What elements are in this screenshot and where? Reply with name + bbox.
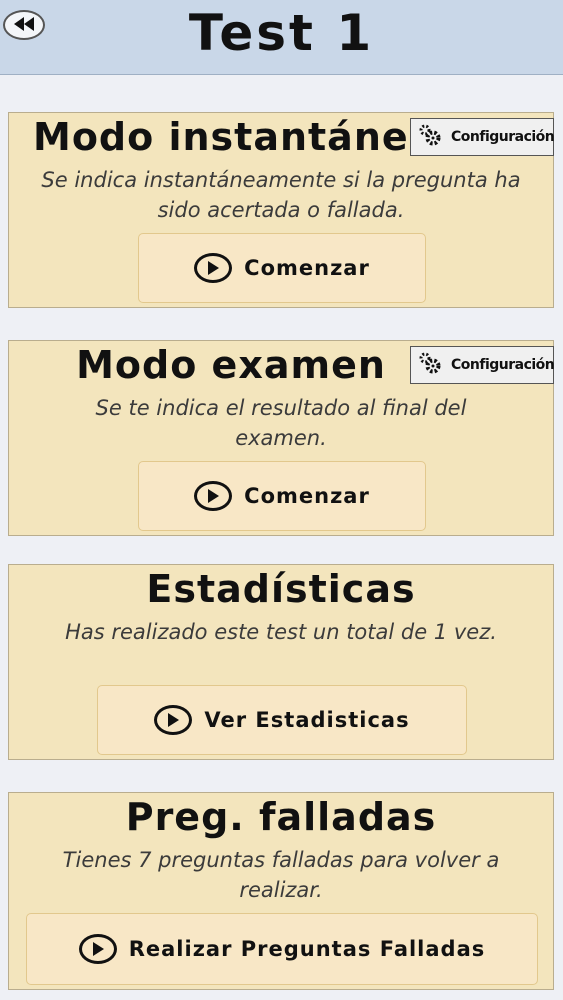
instant-mode-card: Modo instantáneo Configuración Se indica… — [8, 112, 555, 308]
retry-failed-questions-button[interactable]: Realizar Preguntas Falladas — [26, 913, 538, 985]
view-statistics-label: Ver Estadisticas — [204, 708, 410, 732]
start-button-label: Comenzar — [244, 484, 370, 508]
instant-mode-description: Se indica instantáneamente si la pregunt… — [41, 168, 521, 222]
start-button-label: Comenzar — [244, 256, 370, 280]
gear-icon — [417, 122, 443, 152]
config-label: Configuración — [451, 129, 555, 145]
exam-mode-config-button[interactable]: Configuración — [410, 346, 555, 384]
exam-mode-description: Se te indica el resultado al final del e… — [95, 396, 467, 450]
statistics-title: Estadísticas — [146, 567, 416, 611]
statistics-description: Has realizado este test un total de 1 ve… — [65, 620, 497, 644]
gear-icon — [417, 350, 443, 380]
failed-questions-title: Preg. falladas — [125, 795, 437, 839]
page-title: Test 1 — [188, 4, 375, 62]
statistics-card: Estadísticas Has realizado este test un … — [8, 564, 554, 760]
play-icon — [78, 934, 117, 964]
exam-mode-card: Modo examen Configuración Se te indica e… — [8, 340, 555, 536]
play-icon — [194, 253, 233, 283]
view-statistics-button[interactable]: Ver Estadisticas — [97, 685, 467, 755]
header-bar: Test 1 — [0, 0, 563, 75]
play-icon — [154, 705, 193, 735]
config-label: Configuración — [451, 357, 555, 373]
instant-mode-config-button[interactable]: Configuración — [410, 118, 555, 156]
instant-mode-start-button[interactable]: Comenzar — [138, 233, 426, 303]
failed-questions-description: Tienes 7 preguntas falladas para volver … — [62, 848, 500, 902]
exam-mode-start-button[interactable]: Comenzar — [138, 461, 426, 531]
retry-failed-questions-label: Realizar Preguntas Falladas — [128, 937, 486, 961]
instant-mode-title: Modo instantáneo — [33, 115, 436, 159]
play-icon — [194, 481, 233, 511]
failed-questions-card: Preg. falladas Tienes 7 preguntas fallad… — [8, 792, 554, 990]
